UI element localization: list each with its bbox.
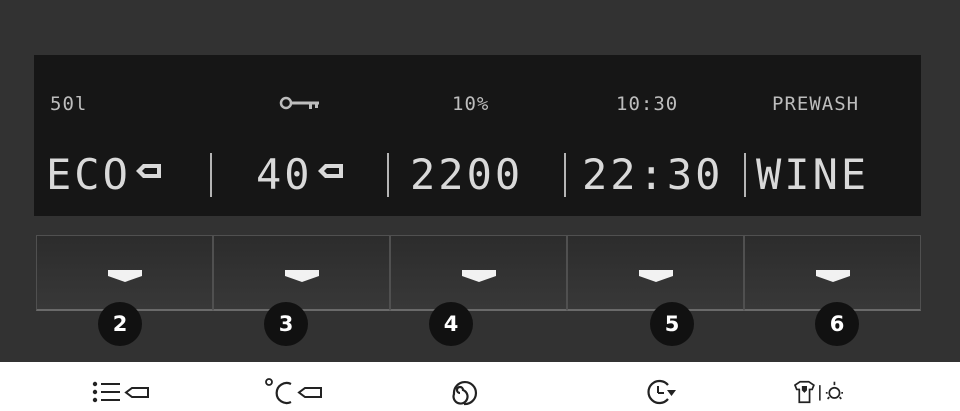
separator bbox=[210, 153, 212, 197]
option-text: PREWASH bbox=[772, 93, 860, 115]
program-value: ECO bbox=[46, 149, 163, 201]
button-number-badge: 6 bbox=[815, 302, 859, 346]
temperature-value: 40 bbox=[256, 149, 345, 201]
button-row bbox=[36, 235, 921, 313]
delay-start-icon bbox=[647, 379, 676, 405]
button-number-badge: 3 bbox=[264, 302, 308, 346]
temperature-icon bbox=[265, 378, 322, 405]
adjustable-marker-icon bbox=[317, 164, 343, 178]
separator bbox=[744, 153, 746, 197]
button-indicator-icon bbox=[815, 270, 850, 282]
time-text: 10:30 bbox=[616, 93, 679, 115]
display-screen: 50l 10% 10:30 PREWASH ECO 40 2200 22:30 bbox=[34, 55, 921, 216]
spin-button[interactable] bbox=[390, 235, 567, 311]
temperature-button[interactable] bbox=[213, 235, 390, 311]
button-indicator-icon bbox=[284, 270, 319, 282]
delay-button[interactable] bbox=[567, 235, 744, 311]
button-number-badge: 5 bbox=[650, 302, 694, 346]
button-indicator-icon bbox=[461, 270, 496, 282]
extra-text: WINE bbox=[756, 150, 870, 199]
separator bbox=[387, 153, 389, 197]
delay-value: 22:30 bbox=[582, 149, 723, 201]
separator bbox=[564, 153, 566, 197]
button-indicator-icon bbox=[107, 270, 142, 282]
extra-button[interactable] bbox=[744, 235, 921, 311]
water-amount-text: 50l bbox=[50, 93, 88, 115]
delay-text: 22:30 bbox=[582, 150, 724, 199]
program-list-icon bbox=[92, 381, 149, 403]
spin-value: 2200 bbox=[410, 149, 523, 201]
button-number-badge: 2 bbox=[98, 302, 142, 346]
spin-text: 2200 bbox=[410, 150, 524, 199]
adjustable-marker-icon bbox=[135, 164, 161, 178]
program-text: ECO bbox=[46, 150, 131, 199]
program-button[interactable] bbox=[36, 235, 213, 311]
temperature-text: 40 bbox=[256, 150, 313, 199]
shirt-light-icon bbox=[793, 380, 843, 404]
moisture-text: 10% bbox=[452, 93, 490, 115]
extra-value: WINE bbox=[756, 149, 869, 201]
button-number-badge: 4 bbox=[429, 302, 473, 346]
button-indicator-icon bbox=[638, 270, 673, 282]
lock-key-icon bbox=[279, 96, 319, 110]
control-panel: 50l 10% 10:30 PREWASH ECO 40 2200 22:30 bbox=[0, 0, 960, 362]
spin-icon bbox=[452, 380, 478, 406]
